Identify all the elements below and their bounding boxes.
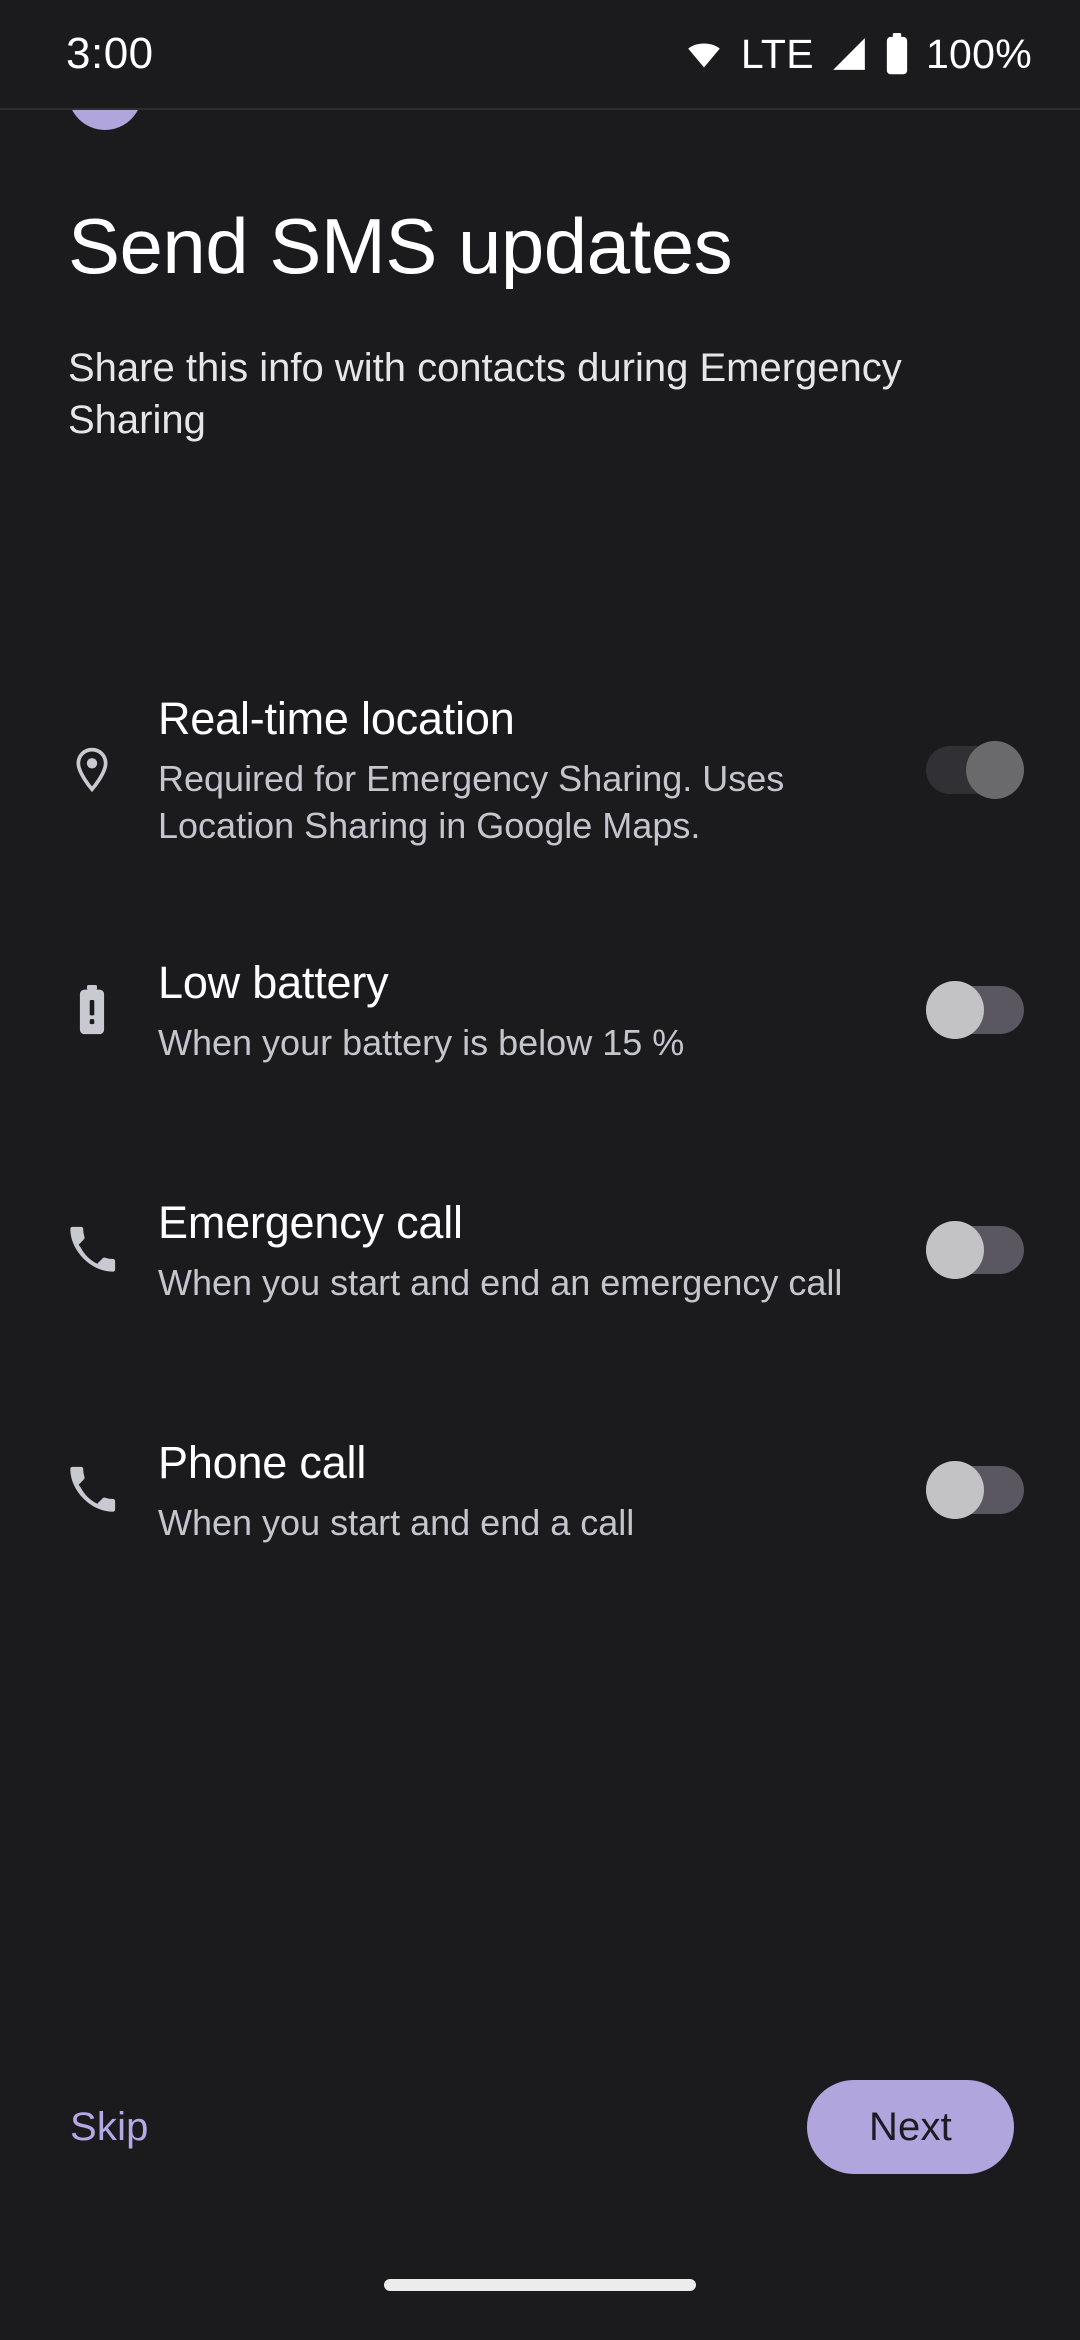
header-divider bbox=[0, 108, 1080, 110]
toggle-thumb bbox=[926, 981, 984, 1039]
battery-low-icon bbox=[56, 985, 128, 1035]
setting-description: When your battery is below 15 % bbox=[158, 1021, 685, 1063]
setting-row-phone-call[interactable]: Phone call When you start and end a call bbox=[0, 1400, 1080, 1580]
wifi-icon bbox=[681, 36, 727, 72]
status-bar: 3:00 LTE 100% bbox=[0, 0, 1080, 108]
setting-title: Low battery bbox=[158, 956, 389, 1008]
toggle-phone-call[interactable] bbox=[926, 1461, 1024, 1519]
battery-percent-label: 100% bbox=[925, 30, 1032, 77]
setting-title: Emergency call bbox=[158, 1196, 463, 1248]
setting-description: When you start and end an emergency call bbox=[158, 1261, 843, 1303]
toggle-real-time-location[interactable] bbox=[926, 741, 1024, 799]
phone-icon bbox=[56, 1225, 128, 1275]
setting-title: Phone call bbox=[158, 1436, 367, 1488]
toggle-thumb bbox=[966, 741, 1024, 799]
setting-row-low-battery[interactable]: Low battery When your battery is below 1… bbox=[0, 920, 1080, 1100]
toggle-thumb bbox=[926, 1461, 984, 1519]
skip-button[interactable]: Skip bbox=[66, 2091, 153, 2164]
home-gesture-pill[interactable] bbox=[384, 2279, 696, 2291]
action-bar: Skip Next bbox=[0, 2062, 1080, 2192]
signal-icon bbox=[828, 35, 870, 73]
settings-list: Real-time location Required for Emergenc… bbox=[0, 680, 1080, 1640]
setting-description: When you start and end a call bbox=[158, 1501, 635, 1543]
setting-text-block: Low battery When your battery is below 1… bbox=[128, 955, 926, 1066]
setting-text-block: Phone call When you start and end a call bbox=[128, 1435, 926, 1546]
page-subtitle: Share this info with contacts during Eme… bbox=[68, 346, 902, 442]
setting-text-block: Real-time location Required for Emergenc… bbox=[128, 691, 926, 849]
toggle-thumb bbox=[926, 1221, 984, 1279]
network-type-label: LTE bbox=[740, 30, 814, 77]
setting-text-block: Emergency call When you start and end an… bbox=[128, 1195, 926, 1306]
phone-icon bbox=[56, 1465, 128, 1515]
toggle-emergency-call[interactable] bbox=[926, 1221, 1024, 1279]
header-block: Send SMS updates Share this info with co… bbox=[68, 200, 1012, 446]
page-title: Send SMS updates bbox=[68, 202, 733, 290]
next-button[interactable]: Next bbox=[806, 2080, 1014, 2174]
status-bar-indicators: LTE 100% bbox=[681, 33, 1032, 75]
app-icon bbox=[68, 110, 142, 134]
setting-description: Required for Emergency Sharing. Uses Loc… bbox=[158, 758, 785, 846]
battery-icon bbox=[884, 33, 910, 75]
gesture-navigation-bar bbox=[0, 2230, 1080, 2340]
setting-title: Real-time location bbox=[158, 693, 515, 744]
toggle-low-battery[interactable] bbox=[926, 981, 1024, 1039]
setting-row-real-time-location[interactable]: Real-time location Required for Emergenc… bbox=[0, 680, 1080, 860]
setting-row-emergency-call[interactable]: Emergency call When you start and end an… bbox=[0, 1160, 1080, 1340]
status-bar-clock: 3:00 bbox=[66, 29, 154, 78]
location-pin-icon bbox=[56, 744, 128, 796]
